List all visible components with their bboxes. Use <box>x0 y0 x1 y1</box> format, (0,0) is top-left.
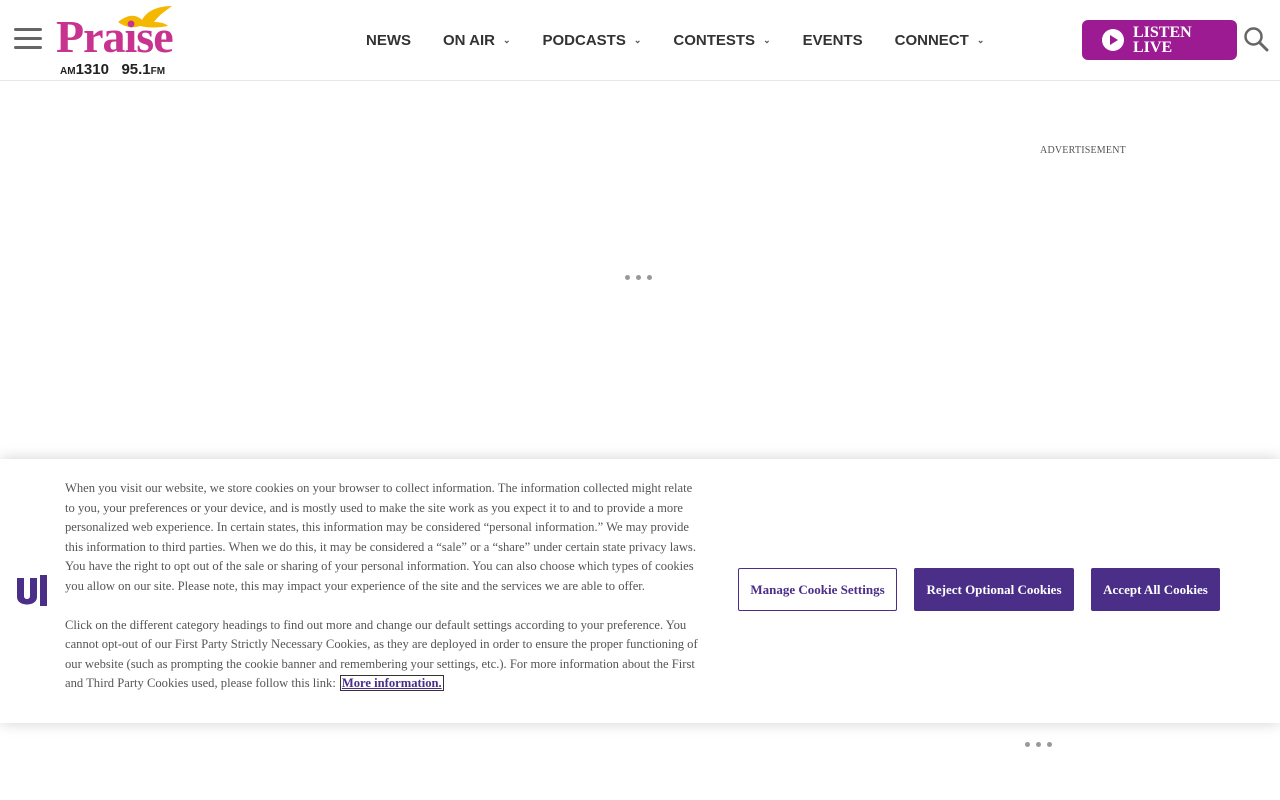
nav-item-events[interactable]: EVENTS <box>803 32 863 49</box>
listen-live-button[interactable]: LISTEN LIVE <box>1082 20 1237 60</box>
cookie-paragraph-2: Click on the different category headings… <box>65 617 698 691</box>
nav-item-on-air[interactable]: ON AIR ⌄ <box>443 32 511 49</box>
advertisement-label: ADVERTISEMENT <box>1040 145 1126 156</box>
more-information-link[interactable]: More information. <box>339 675 444 691</box>
logo-frequencies: AM1310 95.1FM <box>60 61 166 78</box>
site-header: Praise AM1310 95.1FM NEWS ON AIR ⌄ PODCAS… <box>0 0 1280 81</box>
chevron-down-icon: ⌄ <box>976 34 985 45</box>
loading-dots-icon <box>625 275 652 280</box>
praise-logo[interactable]: Praise AM1310 95.1FM <box>56 4 180 78</box>
cookie-consent-banner: When you visit our website, we store coo… <box>0 459 1280 723</box>
listen-live-label: LISTEN LIVE <box>1133 24 1192 56</box>
nav-item-podcasts[interactable]: PODCASTS ⌄ <box>543 32 642 49</box>
play-icon <box>1102 29 1124 51</box>
manage-cookie-settings-button[interactable]: Manage Cookie Settings <box>738 568 897 611</box>
reject-optional-cookies-button[interactable]: Reject Optional Cookies <box>914 568 1074 611</box>
cookie-paragraph-1: When you visit our website, we store coo… <box>65 481 696 593</box>
nav-item-connect[interactable]: CONNECT ⌄ <box>895 32 985 49</box>
logo-brand-text: Praise <box>56 11 174 62</box>
nav-item-contests[interactable]: CONTESTS ⌄ <box>673 32 770 49</box>
ul-logo-icon <box>17 575 47 606</box>
chevron-down-icon: ⌄ <box>763 34 771 45</box>
nav-item-news[interactable]: NEWS <box>366 32 411 49</box>
cookie-policy-text: When you visit our website, we store coo… <box>65 479 705 694</box>
accept-all-cookies-button[interactable]: Accept All Cookies <box>1091 568 1220 611</box>
chevron-down-icon: ⌄ <box>502 34 511 45</box>
hamburger-menu-icon[interactable] <box>14 28 42 50</box>
search-icon[interactable] <box>1243 26 1269 52</box>
main-nav: NEWS ON AIR ⌄ PODCASTS ⌄ CONTESTS ⌄ EVENTS … <box>350 28 1016 52</box>
chevron-down-icon: ⌄ <box>633 34 642 45</box>
loading-dots-icon <box>1025 742 1052 747</box>
